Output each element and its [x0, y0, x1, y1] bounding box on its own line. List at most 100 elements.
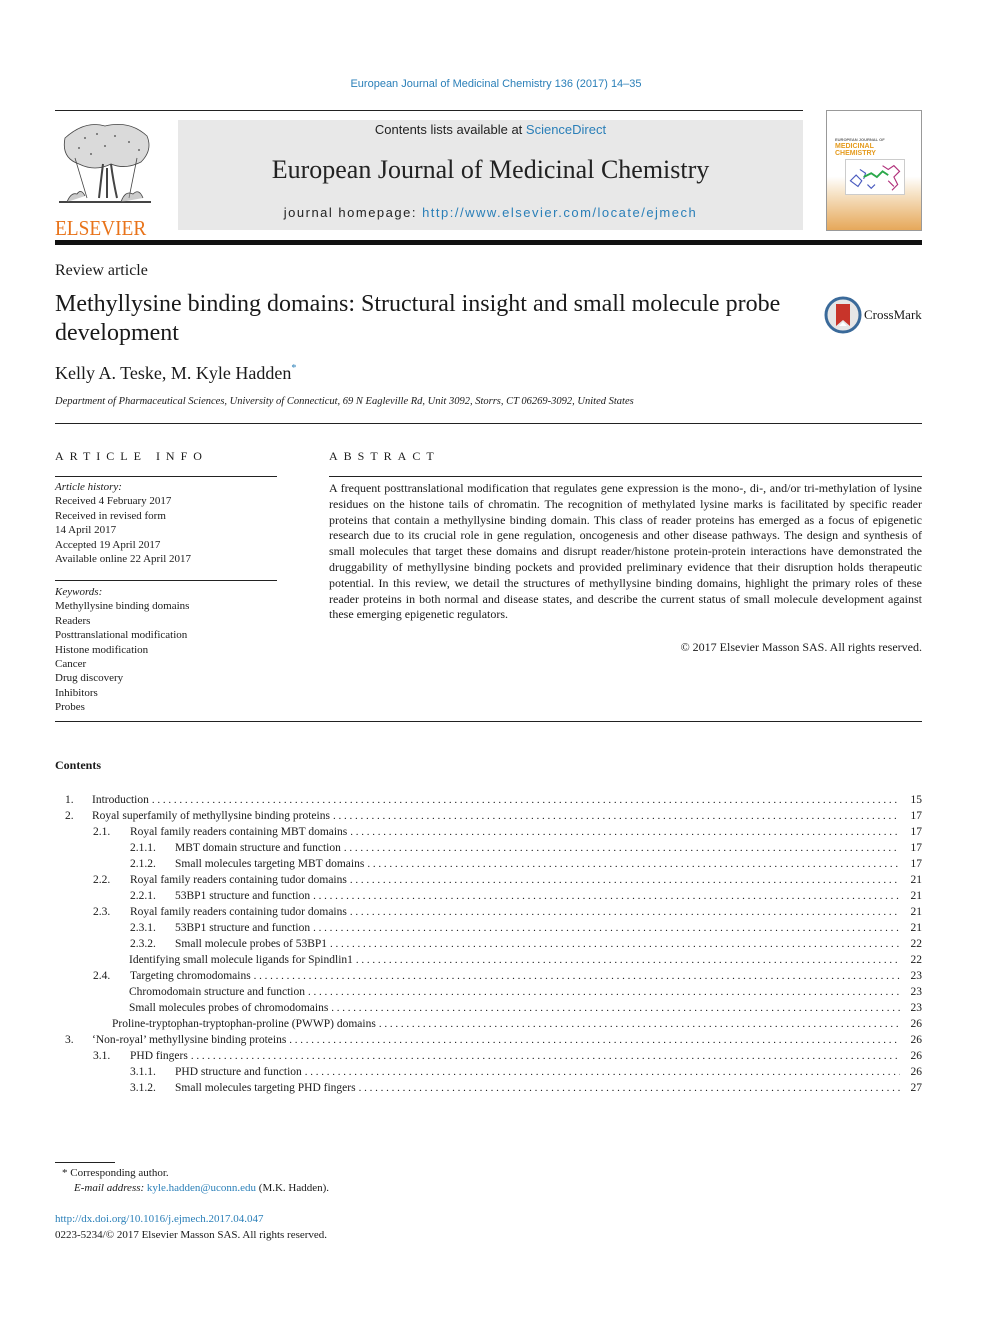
toc-entry-number: 2.3.2.	[130, 938, 156, 950]
toc-entry-label[interactable]: PHD structure and function	[175, 1064, 305, 1080]
toc-entry[interactable]: 3.1.2. Small molecules targeting PHD fing…	[55, 1080, 922, 1096]
footnote: * Corresponding author. E-mail address: …	[62, 1166, 329, 1196]
journal-name: European Journal of Medicinal Chemistry	[271, 155, 710, 184]
toc-entry-page[interactable]: 17	[900, 840, 923, 856]
toc-entry-page[interactable]: 26	[900, 1064, 923, 1080]
toc-entry-label[interactable]: Royal family readers containing MBT doma…	[130, 824, 351, 840]
toc-entry-label[interactable]: 53BP1 structure and function	[175, 888, 314, 904]
toc-entry[interactable]: Proline-tryptophan-tryptophan-proline (P…	[55, 1016, 922, 1032]
toc-dot-leader	[344, 840, 900, 856]
toc-entry-page[interactable]: 26	[900, 1016, 923, 1032]
running-head[interactable]: European Journal of Medicinal Chemistry …	[0, 78, 992, 90]
cover-title-line2: MEDICINAL	[835, 143, 874, 150]
toc-entry-label[interactable]: MBT domain structure and function	[175, 840, 344, 856]
article-info-heading: ARTICLE INFO	[55, 449, 208, 463]
history-item: Accepted 19 April 2017	[55, 538, 161, 551]
toc-entry[interactable]: 2.2. Royal family readers containing tudo…	[55, 872, 922, 888]
toc-entry[interactable]: 2.2.1. 53BP1 structure and function 21	[55, 888, 922, 904]
journal-homepage-line: journal homepage: http://www.elsevier.co…	[178, 205, 803, 220]
toc-entry-label[interactable]: Chromodomain structure and function	[129, 984, 308, 1000]
toc-dot-leader	[313, 920, 900, 936]
toc-entry[interactable]: 2.3.1. 53BP1 structure and function 21	[55, 920, 922, 936]
abstract-heading: ABSTRACT	[329, 449, 440, 463]
toc-entry-label[interactable]: 53BP1 structure and function	[175, 920, 314, 936]
toc-entry-page[interactable]: 21	[900, 872, 923, 888]
doi-link[interactable]: http://dx.doi.org/10.1016/j.ejmech.2017.…	[55, 1213, 263, 1225]
crossmark-icon	[824, 296, 862, 334]
toc-entry[interactable]: 2.1.2. Small molecules targeting MBT doma…	[55, 856, 922, 872]
toc-entry-label[interactable]: Proline-tryptophan-tryptophan-proline (P…	[112, 1016, 379, 1032]
history-item: Received in revised form	[55, 509, 166, 522]
toc-entry[interactable]: 2. Royal superfamily of methyllysine bind…	[55, 808, 922, 824]
toc-entry-page[interactable]: 17	[900, 824, 923, 840]
toc-entry-page[interactable]: 27	[900, 1080, 923, 1096]
homepage-link[interactable]: http://www.elsevier.com/locate/ejmech	[422, 205, 697, 220]
toc-entry-page[interactable]: 22	[900, 936, 923, 952]
toc-entry-label[interactable]: PHD fingers	[130, 1048, 191, 1064]
toc-entry-page[interactable]: 15	[900, 792, 923, 808]
affiliation: Department of Pharmaceutical Sciences, U…	[55, 396, 634, 407]
footnote-mark: *	[62, 1167, 68, 1179]
sciencedirect-link[interactable]: ScienceDirect	[526, 122, 606, 137]
toc-entry[interactable]: Small molecules probes of chromodomains 2…	[55, 1000, 922, 1016]
toc-entry[interactable]: 2.4. Targeting chromodomains 23	[55, 968, 922, 984]
toc-entry-label[interactable]: Small molecules probes of chromodomains	[129, 1000, 332, 1016]
toc-dot-leader	[305, 1064, 900, 1080]
toc-entry-page[interactable]: 23	[900, 984, 923, 1000]
toc-entry[interactable]: Chromodomain structure and function 23	[55, 984, 922, 1000]
toc-dot-leader	[331, 1000, 900, 1016]
toc-entry-page[interactable]: 21	[900, 920, 923, 936]
toc-entry-page[interactable]: 23	[900, 1000, 923, 1016]
toc-entry[interactable]: 2.3. Royal family readers containing tudo…	[55, 904, 922, 920]
top-rule	[55, 110, 803, 111]
toc-entry-page[interactable]: 26	[900, 1032, 923, 1048]
toc-entry-number: 1.	[65, 794, 74, 806]
keyword-item: Readers	[55, 614, 91, 627]
toc-entry-number: 2.3.1.	[130, 922, 156, 934]
toc-entry-label[interactable]: Small molecule probes of 53BP1	[175, 936, 331, 952]
toc-entry-page[interactable]: 17	[900, 808, 923, 824]
toc-entry-label[interactable]: Introduction	[92, 792, 152, 808]
toc-entry-label[interactable]: Royal family readers containing tudor do…	[130, 872, 350, 888]
toc-entry[interactable]: Identifying small molecule ligands for S…	[55, 952, 922, 968]
elsevier-wordmark: ELSEVIER	[55, 216, 147, 240]
email-link[interactable]: kyle.hadden@uconn.edu	[147, 1182, 256, 1194]
toc-dot-leader	[289, 1032, 900, 1048]
toc-entry[interactable]: 1. Introduction 15	[55, 792, 922, 808]
toc-entry[interactable]: 2.3.2. Small molecule probes of 53BP1 22	[55, 936, 922, 952]
toc-entry[interactable]: 3.1. PHD fingers 26	[55, 1048, 922, 1064]
toc-entry-label[interactable]: Small molecules targeting PHD fingers	[175, 1080, 359, 1096]
crossmark-label: CrossMark	[864, 307, 922, 322]
toc-entry[interactable]: 3. ‘Non-royal’ methyllysine binding prote…	[55, 1032, 922, 1048]
toc-dot-leader	[254, 968, 900, 984]
history-item: Available online 22 April 2017	[55, 553, 192, 566]
toc-entry[interactable]: 2.1.1. MBT domain structure and function 1…	[55, 840, 922, 856]
keyword-item: Cancer	[55, 658, 87, 671]
elsevier-logo[interactable]: ELSEVIER	[55, 118, 155, 239]
contents-prefix: Contents lists available at	[374, 122, 526, 137]
toc-entry-label[interactable]: ‘Non-royal’ methyllysine binding protein…	[92, 1032, 290, 1048]
toc-entry-page[interactable]: 17	[900, 856, 923, 872]
toc-entry-page[interactable]: 22	[900, 952, 923, 968]
journal-cover-thumbnail[interactable]: EUROPEAN JOURNAL OF MEDICINAL CHEMISTRY	[826, 110, 922, 231]
header-divider	[55, 240, 922, 245]
toc-entry-number: 3.	[65, 1034, 74, 1046]
toc-entry-number: 2.4.	[93, 970, 111, 982]
toc-entry-label[interactable]: Targeting chromodomains	[130, 968, 254, 984]
toc-entry-page[interactable]: 26	[900, 1048, 923, 1064]
corresponding-author-mark[interactable]: *	[291, 363, 296, 374]
toc-dot-leader	[308, 984, 900, 1000]
email-label: E-mail address:	[74, 1182, 145, 1194]
toc-entry-number: 2.1.	[93, 826, 111, 838]
toc-entry[interactable]: 2.1. Royal family readers containing MBT …	[55, 824, 922, 840]
toc-entry-label[interactable]: Royal superfamily of methyllysine bindin…	[92, 808, 333, 824]
article-history: Article history: Received 4 February 201…	[55, 480, 277, 566]
toc-entry-page[interactable]: 21	[900, 904, 923, 920]
toc-entry-page[interactable]: 21	[900, 888, 923, 904]
toc-entry-page[interactable]: 23	[900, 968, 923, 984]
toc-entry[interactable]: 3.1.1. PHD structure and function 26	[55, 1064, 922, 1080]
toc-entry-label[interactable]: Royal family readers containing tudor do…	[130, 904, 350, 920]
toc-entry-label[interactable]: Small molecules targeting MBT domains	[175, 856, 368, 872]
crossmark-badge[interactable]: CrossMark	[824, 296, 922, 334]
toc-entry-label[interactable]: Identifying small molecule ligands for S…	[129, 952, 356, 968]
